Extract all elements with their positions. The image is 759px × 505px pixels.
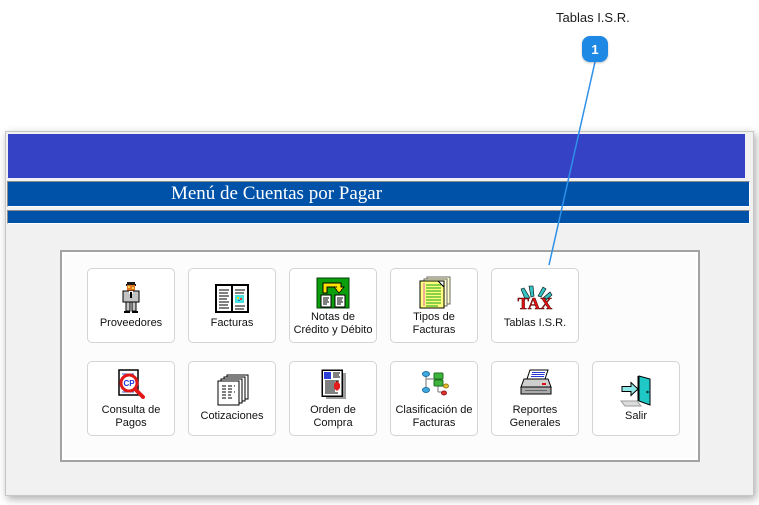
page-title: Menú de Cuentas por Pagar <box>8 182 545 206</box>
annotation-badge[interactable]: 1 <box>582 36 608 62</box>
menu-button-orden-compra[interactable]: Orden de Compra <box>289 361 377 436</box>
window-sub-band <box>7 210 750 224</box>
menu-button-label: Notas de Crédito y Débito <box>292 311 374 337</box>
tax-tables-icon: TAX <box>517 280 553 315</box>
exit-door-icon <box>618 373 654 408</box>
menu-button-tipos-facturas[interactable]: Tipos de Facturas <box>390 268 478 343</box>
svg-text:CP: CP <box>123 379 135 388</box>
menu-button-label: Proveedores <box>100 317 162 330</box>
window-header-band <box>8 134 745 178</box>
menu-button-reportes-generales[interactable]: Reportes Generales <box>491 361 579 436</box>
menu-button-label: Tablas I.S.R. <box>504 317 566 330</box>
invoices-ledger-icon <box>214 280 250 315</box>
accounts-payable-window: Menú de Cuentas por Pagar <box>5 131 754 496</box>
invoice-types-icon <box>416 274 452 309</box>
menu-button-notas-credito-debito[interactable]: Notas de Crédito y Débito <box>289 268 377 343</box>
annotation-label: Tablas I.S.R. <box>556 10 630 25</box>
menu-button-salir[interactable]: Salir <box>592 361 680 436</box>
menu-button-clasificacion-facturas[interactable]: Clasificación de Facturas <box>390 361 478 436</box>
reports-printer-icon <box>517 367 553 402</box>
menu-button-label: Salir <box>625 410 647 423</box>
menu-button-facturas[interactable]: Facturas <box>188 268 276 343</box>
menu-button-cotizaciones[interactable]: Cotizaciones <box>188 361 276 436</box>
menu-button-label: Clasificación de Facturas <box>393 404 475 430</box>
window-title-bar: Menú de Cuentas por Pagar <box>7 181 750 207</box>
menu-button-label: Reportes Generales <box>494 404 576 430</box>
menu-button-panel: Proveedores Facturas <box>60 250 700 462</box>
supplier-person-icon <box>113 280 149 315</box>
credit-debit-notes-icon <box>316 274 350 309</box>
menu-button-tablas-isr[interactable]: TAX Tablas I.S.R. <box>491 268 579 343</box>
menu-button-proveedores[interactable]: Proveedores <box>87 268 175 343</box>
quotations-icon <box>214 373 250 408</box>
menu-button-label: Cotizaciones <box>201 410 264 423</box>
menu-button-label: Facturas <box>211 317 254 330</box>
menu-button-consulta-pagos[interactable]: CP Consulta de Pagos <box>87 361 175 436</box>
payment-lookup-icon: CP <box>113 367 149 402</box>
invoice-classification-icon <box>416 367 452 402</box>
svg-text:TAX: TAX <box>518 294 553 313</box>
purchase-order-icon <box>315 367 351 402</box>
menu-button-label: Consulta de Pagos <box>90 404 172 430</box>
menu-button-label: Orden de Compra <box>292 404 374 430</box>
menu-button-label: Tipos de Facturas <box>393 311 475 337</box>
